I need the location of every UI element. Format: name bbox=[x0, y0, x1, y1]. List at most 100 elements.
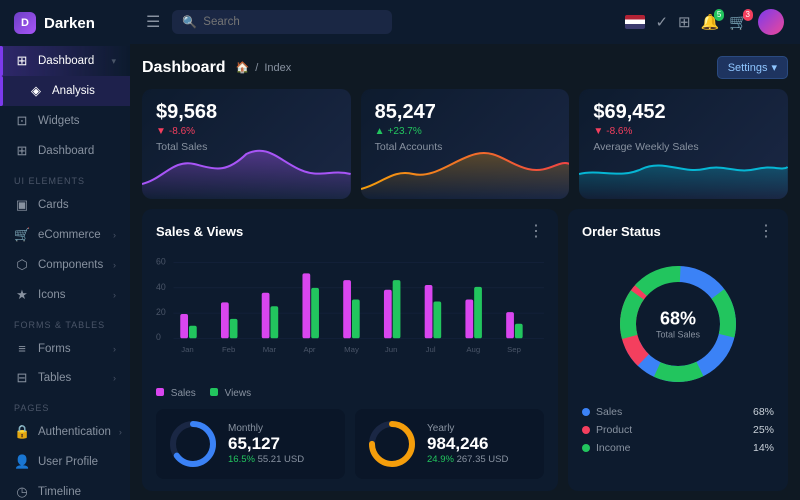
search-input[interactable] bbox=[203, 16, 382, 28]
order-status-title: Order Status bbox=[582, 224, 661, 239]
avatar[interactable] bbox=[758, 9, 784, 35]
stat-value: $9,568 bbox=[156, 101, 337, 124]
chevron-down-icon: ▾ bbox=[111, 56, 116, 67]
legend-dot-views bbox=[210, 388, 218, 396]
legend-name: Income bbox=[582, 442, 630, 454]
stat-card-total-accounts: 85,247 ▲ +23.7% Total Accounts bbox=[361, 89, 570, 199]
svg-text:Jul: Jul bbox=[426, 345, 436, 354]
metric-value: 65,127 bbox=[228, 434, 304, 454]
bottom-row: Sales & Views ⋮ 60 40 20 0 bbox=[142, 209, 788, 491]
metric-yearly: Yearly 984,246 24.9% 267.35 USD bbox=[355, 409, 544, 479]
bar-chart: 60 40 20 0 bbox=[156, 251, 544, 381]
metric-sub: 24.9% 267.35 USD bbox=[427, 454, 508, 465]
legend-dot bbox=[582, 408, 590, 416]
chevron-down-icon: ▾ bbox=[771, 61, 777, 74]
breadcrumb-separator: / bbox=[255, 62, 258, 74]
stat-change: ▲ +23.7% bbox=[375, 126, 556, 137]
stat-change: ▼ -8.6% bbox=[593, 126, 774, 137]
app-logo[interactable]: D Darken bbox=[0, 0, 130, 46]
stat-card-total-sales: $9,568 ▼ -8.6% Total Sales bbox=[142, 89, 351, 199]
order-legend: Sales 68% Product 25% bbox=[582, 403, 774, 457]
analysis-icon: ◈ bbox=[28, 83, 44, 99]
legend-val: 14% bbox=[753, 442, 774, 454]
order-status-card: Order Status ⋮ 68% bbox=[568, 209, 788, 491]
monthly-donut bbox=[168, 419, 218, 469]
legend-name: Product bbox=[582, 424, 632, 436]
sidebar-item-auth[interactable]: 🔒 Authentication › bbox=[0, 417, 130, 447]
metric-pct: 16.5% bbox=[228, 454, 255, 465]
metrics-row: Monthly 65,127 16.5% 55.21 USD bbox=[156, 409, 544, 479]
sidebar-item-tables[interactable]: ⊟ Tables › bbox=[0, 363, 130, 393]
sidebar-item-timeline[interactable]: ◷ Timeline bbox=[0, 477, 130, 500]
metric-period: Yearly bbox=[427, 423, 508, 434]
notification-icon[interactable]: 🔔5 bbox=[701, 13, 720, 31]
sidebar-item-cards[interactable]: ▣ Cards bbox=[0, 190, 130, 220]
settings-label: Settings bbox=[728, 62, 768, 74]
search-icon: 🔍 bbox=[182, 15, 197, 29]
main-content: ☰ 🔍 ✓ ⊞ 🔔5 🛒3 Dashboard 🏠 / bbox=[130, 0, 800, 500]
arrow-up-icon: ▲ bbox=[375, 126, 385, 137]
svg-text:Jun: Jun bbox=[385, 345, 398, 354]
cart-icon[interactable]: 🛒3 bbox=[729, 13, 748, 31]
stat-cards: $9,568 ▼ -8.6% Total Sales bbox=[142, 89, 788, 199]
sidebar-item-apps[interactable]: ⊞ Dashboard bbox=[0, 136, 130, 166]
topbar: ☰ 🔍 ✓ ⊞ 🔔5 🛒3 bbox=[130, 0, 800, 44]
svg-text:Jan: Jan bbox=[181, 345, 194, 354]
hamburger-icon[interactable]: ☰ bbox=[146, 12, 160, 32]
lock-icon: 🔒 bbox=[14, 424, 30, 440]
chart-legend: Sales Views bbox=[156, 388, 544, 399]
sidebar-item-widgets[interactable]: ⊡ Widgets bbox=[0, 106, 130, 136]
grid-icon[interactable]: ⊞ bbox=[678, 13, 691, 31]
sidebar-item-ecommerce[interactable]: 🛒 eCommerce › bbox=[0, 220, 130, 250]
sales-views-header: Sales & Views ⋮ bbox=[156, 221, 544, 241]
flag-icon[interactable] bbox=[625, 15, 645, 29]
page-header: Dashboard 🏠 / Index Settings ▾ bbox=[142, 56, 788, 79]
legend-val: 68% bbox=[753, 406, 774, 418]
sidebar-item-label: Components bbox=[38, 259, 103, 271]
sales-views-menu[interactable]: ⋮ bbox=[528, 221, 544, 241]
sidebar-item-dashboard[interactable]: ⊞ Dashboard ▾ bbox=[0, 46, 130, 76]
sidebar-item-label: Analysis bbox=[52, 85, 95, 97]
page-title: Dashboard bbox=[142, 59, 226, 77]
breadcrumb: 🏠 / Index bbox=[236, 61, 292, 74]
sidebar-item-label: Cards bbox=[38, 199, 69, 211]
order-status-menu[interactable]: ⋮ bbox=[758, 221, 774, 241]
svg-text:0: 0 bbox=[156, 332, 161, 342]
svg-text:Sep: Sep bbox=[507, 345, 521, 354]
legend-item-sales: Sales 68% bbox=[582, 403, 774, 421]
logo-icon: D bbox=[14, 12, 36, 34]
user-icon: 👤 bbox=[14, 454, 30, 470]
sidebar-item-forms[interactable]: ≡ Forms › bbox=[0, 334, 130, 363]
sidebar-item-analysis[interactable]: ◈ Analysis bbox=[0, 76, 130, 106]
metric-monthly: Monthly 65,127 16.5% 55.21 USD bbox=[156, 409, 345, 479]
notification-badge: 5 bbox=[714, 9, 724, 21]
svg-text:60: 60 bbox=[156, 257, 166, 267]
order-status-header: Order Status ⋮ bbox=[582, 221, 774, 241]
app-name: Darken bbox=[44, 15, 95, 32]
ecommerce-icon: 🛒 bbox=[14, 227, 30, 243]
sidebar-item-label: Forms bbox=[38, 343, 71, 355]
monthly-info: Monthly 65,127 16.5% 55.21 USD bbox=[228, 423, 304, 465]
sidebar-item-components[interactable]: ⬡ Components › bbox=[0, 250, 130, 280]
svg-text:40: 40 bbox=[156, 282, 166, 292]
order-label: Total Sales bbox=[656, 330, 700, 340]
chevron-right-icon: › bbox=[119, 427, 122, 437]
legend-views: Views bbox=[210, 388, 251, 399]
yearly-info: Yearly 984,246 24.9% 267.35 USD bbox=[427, 423, 508, 465]
sidebar-item-label: Dashboard bbox=[38, 145, 94, 157]
stat-change: ▼ -8.6% bbox=[156, 126, 337, 137]
legend-item-income: Income 14% bbox=[582, 439, 774, 457]
svg-text:Aug: Aug bbox=[466, 345, 480, 354]
sales-views-title: Sales & Views bbox=[156, 224, 243, 239]
order-donut: 68% Total Sales bbox=[582, 259, 774, 389]
search-box[interactable]: 🔍 bbox=[172, 10, 392, 34]
sidebar-item-icons[interactable]: ★ Icons › bbox=[0, 280, 130, 310]
metric-period: Monthly bbox=[228, 423, 304, 434]
sidebar-item-profile[interactable]: 👤 User Profile bbox=[0, 447, 130, 477]
apps-icon: ⊞ bbox=[14, 143, 30, 159]
forms-tables-label: FORMS & TABLES bbox=[0, 310, 130, 334]
check-icon[interactable]: ✓ bbox=[655, 13, 668, 31]
stat-value: $69,452 bbox=[593, 101, 774, 124]
legend-sales: Sales bbox=[156, 388, 196, 399]
settings-button[interactable]: Settings ▾ bbox=[717, 56, 788, 79]
